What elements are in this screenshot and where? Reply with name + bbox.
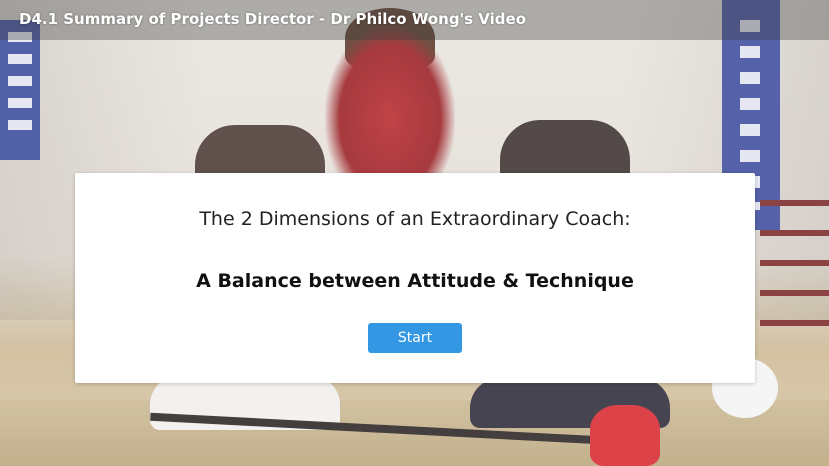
intro-card: The 2 Dimensions of an Extraordinary Coa… — [75, 173, 755, 383]
title-bar: D4.1 Summary of Projects Director - Dr P… — [0, 0, 829, 40]
video-player: D4.1 Summary of Projects Director - Dr P… — [0, 0, 829, 466]
start-button[interactable]: Start — [368, 323, 462, 353]
intro-subheading: A Balance between Attitude & Technique — [196, 270, 634, 292]
video-title: D4.1 Summary of Projects Director - Dr P… — [19, 10, 527, 28]
intro-heading: The 2 Dimensions of an Extraordinary Coa… — [199, 208, 631, 230]
